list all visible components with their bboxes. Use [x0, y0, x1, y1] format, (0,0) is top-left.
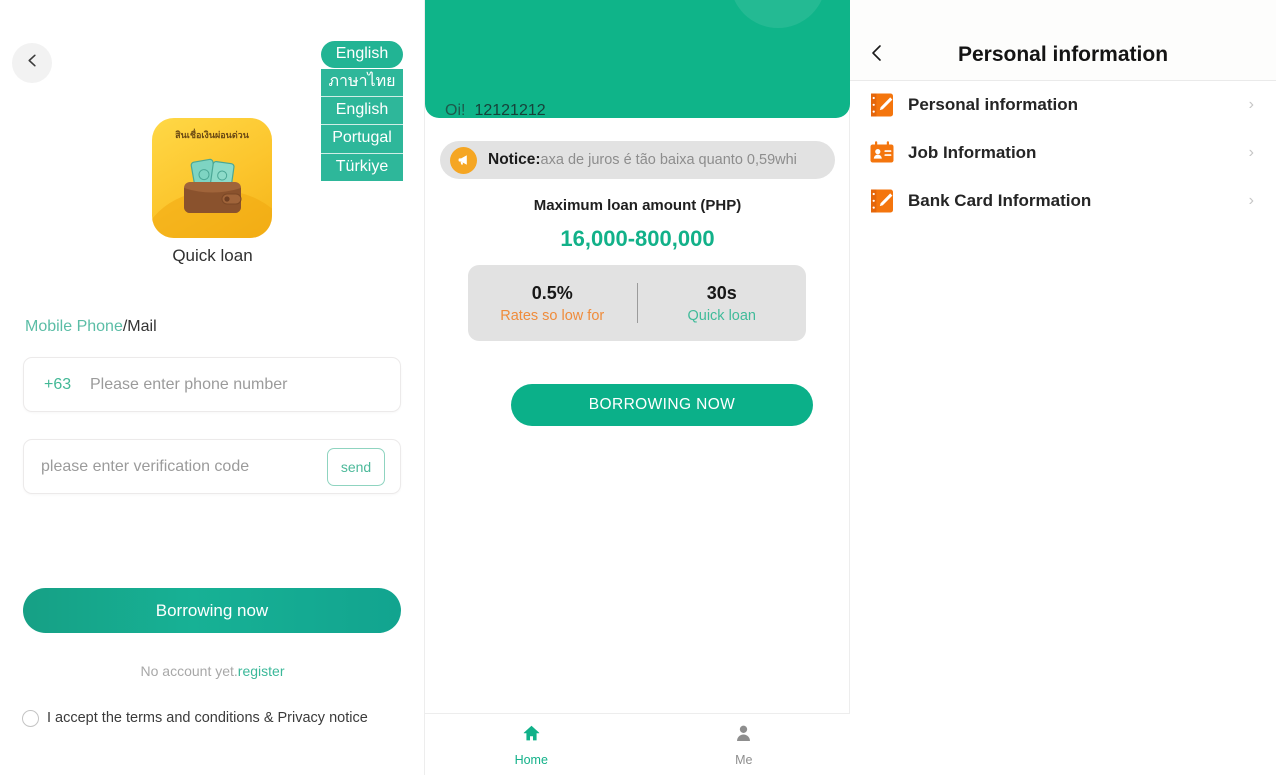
phone-label-primary: Mobile Phone [25, 318, 123, 335]
notebook-pencil-icon [871, 189, 893, 213]
app-logo: สินเชื่อเงินผ่อนด่วน [152, 118, 272, 238]
three-panel-screens: English ภาษาไทย English Portugal Türkiye… [0, 0, 1277, 775]
stat-speed: 30s Quick loan [638, 283, 807, 324]
app-name: Quick loan [172, 246, 253, 265]
chevron-right-icon: › [1248, 144, 1254, 161]
info-row-job-information[interactable]: Job Information › [850, 129, 1276, 177]
max-loan-value: 16,000-800,000 [560, 226, 715, 251]
bottom-tab-bar: Home Me [425, 713, 850, 775]
loan-stats: 0.5% Rates so low for 30s Quick loan [468, 265, 806, 341]
tab-home-label: Home [514, 752, 548, 767]
stat-speed-caption: Quick loan [687, 307, 756, 324]
person-icon [733, 723, 754, 749]
logo-caption: สินเชื่อเงินผ่อนด่วน [175, 131, 249, 141]
phone-field-label: Mobile Phone/Mail [25, 318, 157, 336]
register-link[interactable]: register [238, 663, 285, 679]
phone-label-secondary: /Mail [122, 318, 157, 335]
stat-speed-value: 30s [706, 282, 737, 303]
info-header: Personal information [850, 0, 1276, 81]
megaphone-icon [450, 146, 477, 174]
info-row-bank-card-information[interactable]: Bank Card Information › [850, 177, 1276, 225]
send-code-button[interactable]: send [327, 447, 385, 486]
stat-rate: 0.5% Rates so low for [468, 283, 637, 324]
tab-me-label: Me [735, 752, 753, 767]
phone-input-row[interactable]: +63 Please enter phone number [23, 357, 401, 412]
language-options: ภาษาไทย English Portugal Türkiye [321, 68, 403, 182]
info-row-label: Job Information [908, 143, 1037, 162]
info-row-personal-information[interactable]: Personal information › [850, 81, 1276, 129]
notice-banner[interactable]: Notice: axa de juros é tão baixa quanto … [440, 141, 835, 179]
wallet-icon [184, 158, 242, 213]
terms-label: I accept the terms and conditions & Priv… [47, 710, 368, 726]
chevron-left-icon [25, 53, 40, 73]
tab-me[interactable]: Me [638, 714, 851, 775]
notice-text: axa de juros é tão baixa quanto 0,59whi [540, 152, 797, 168]
language-selector[interactable]: English ภาษาไทย English Portugal Türkiye [321, 41, 403, 182]
phone-input[interactable]: Please enter phone number [90, 376, 400, 394]
id-card-icon [870, 141, 894, 163]
personal-information-screen: Personal information Personal informatio… [850, 0, 1276, 775]
greeting-row: Oi! 12121212 [445, 102, 546, 120]
language-option-en[interactable]: English [321, 96, 403, 126]
notice-label: Notice: [488, 151, 541, 168]
register-prompt: No account yet.register [0, 663, 425, 679]
language-option-pt[interactable]: Portugal [321, 125, 403, 154]
user-id: 12121212 [474, 102, 546, 119]
login-screen: English ภาษาไทย English Portugal Türkiye… [0, 0, 425, 775]
home-screen: Oi! 12121212 Notice: axa de juros é tão b… [425, 0, 1262, 775]
greeting-text: Oi! [445, 102, 466, 119]
chevron-right-icon: › [1248, 96, 1254, 113]
borrowing-now-button[interactable]: Borrowing now [23, 588, 401, 633]
verification-code-input[interactable]: please enter verification code [24, 458, 327, 476]
stat-rate-caption: Rates so low for [500, 307, 605, 324]
verification-code-row[interactable]: please enter verification code send [23, 439, 401, 494]
language-selected[interactable]: English [321, 41, 403, 68]
terms-checkbox[interactable] [22, 710, 39, 727]
stat-rate-value: 0.5% [531, 282, 573, 303]
language-option-th[interactable]: ภาษาไทย [321, 68, 403, 97]
max-loan-label: Maximum loan amount (PHP) [533, 197, 742, 214]
home-icon [521, 723, 542, 749]
chevron-right-icon: › [1248, 192, 1254, 209]
info-row-label: Personal information [908, 95, 1079, 114]
language-option-tr[interactable]: Türkiye [321, 153, 403, 182]
terms-acceptance-row[interactable]: I accept the terms and conditions & Priv… [22, 707, 382, 729]
hero-bubble-decoration [730, 0, 826, 28]
tab-home[interactable]: Home [425, 714, 638, 775]
page-title: Personal information [957, 43, 1169, 66]
borrowing-now-cta[interactable]: BORROWING NOW [511, 384, 813, 426]
notebook-pencil-icon [871, 93, 893, 117]
back-button[interactable] [12, 43, 52, 83]
country-code[interactable]: +63 [24, 376, 90, 394]
info-row-label: Bank Card Information [908, 191, 1092, 210]
register-prompt-text: No account yet. [140, 663, 238, 679]
home-hero-banner [425, 0, 850, 118]
